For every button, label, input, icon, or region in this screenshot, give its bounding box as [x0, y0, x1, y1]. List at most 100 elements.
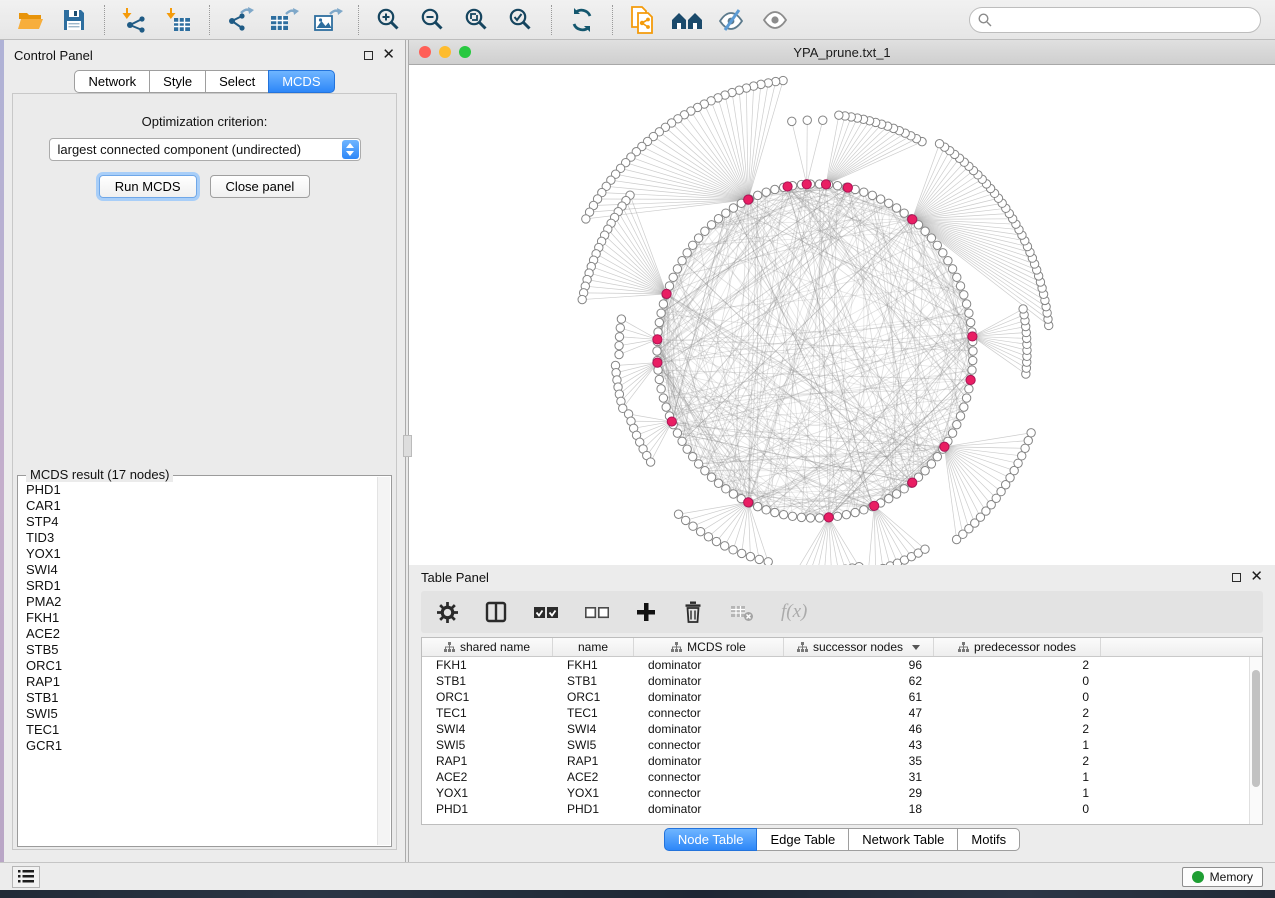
- network-node[interactable]: [927, 234, 935, 242]
- network-node[interactable]: [674, 510, 682, 518]
- duplicate-network-icon[interactable]: [623, 4, 663, 36]
- mcds-result-item[interactable]: SWI5: [26, 706, 377, 722]
- open-session-icon[interactable]: [10, 4, 50, 36]
- export-table-icon[interactable]: [264, 4, 304, 36]
- add-column-icon[interactable]: [636, 602, 656, 622]
- mcds-result-item[interactable]: FKH1: [26, 610, 377, 626]
- zoom-fit-icon[interactable]: [457, 4, 497, 36]
- network-node[interactable]: [953, 273, 961, 281]
- mcds-result-item[interactable]: CAR1: [26, 498, 377, 514]
- network-node[interactable]: [819, 116, 827, 124]
- network-node[interactable]: [659, 300, 667, 308]
- network-node[interactable]: [771, 508, 779, 516]
- network-node[interactable]: [701, 467, 709, 475]
- table-row[interactable]: PHD1PHD1dominator180: [422, 801, 1249, 817]
- network-canvas[interactable]: [409, 65, 1275, 565]
- cell-shared-name[interactable]: ACE2: [422, 770, 553, 784]
- network-node[interactable]: [965, 309, 973, 317]
- cell-name[interactable]: TEC1: [553, 706, 634, 720]
- network-node[interactable]: [1019, 305, 1027, 313]
- network-node[interactable]: [900, 209, 908, 217]
- tab-motifs[interactable]: Motifs: [957, 828, 1020, 851]
- network-node[interactable]: [956, 412, 964, 420]
- close-panel-icon[interactable]: ✕: [382, 50, 395, 60]
- dominator-node[interactable]: [783, 182, 792, 191]
- network-node[interactable]: [659, 394, 667, 402]
- network-node[interactable]: [933, 453, 941, 461]
- network-node[interactable]: [885, 199, 893, 207]
- dominator-node[interactable]: [653, 335, 662, 344]
- network-node[interactable]: [851, 508, 859, 516]
- network-node[interactable]: [933, 241, 941, 249]
- network-node[interactable]: [722, 209, 730, 217]
- network-node[interactable]: [615, 341, 623, 349]
- network-node[interactable]: [729, 490, 737, 498]
- network-node[interactable]: [681, 516, 689, 524]
- cell-shared-name[interactable]: TEC1: [422, 706, 553, 720]
- column-header[interactable]: shared name: [422, 638, 553, 656]
- cell-shared-name[interactable]: ORC1: [422, 690, 553, 704]
- network-node[interactable]: [1021, 444, 1029, 452]
- network-node[interactable]: [806, 514, 814, 522]
- import-table-icon[interactable]: [159, 4, 199, 36]
- table-row[interactable]: FKH1FKH1dominator962: [422, 657, 1249, 673]
- network-node[interactable]: [712, 537, 720, 545]
- cell-predecessor-nodes[interactable]: 0: [934, 674, 1101, 688]
- cell-successor-nodes[interactable]: 46: [784, 722, 934, 736]
- search-input[interactable]: [998, 12, 1252, 27]
- refresh-icon[interactable]: [562, 4, 602, 36]
- tab-network-table[interactable]: Network Table: [848, 828, 958, 851]
- table-row[interactable]: RAP1RAP1dominator352: [422, 753, 1249, 769]
- mcds-result-item[interactable]: STP4: [26, 514, 377, 530]
- save-session-icon[interactable]: [54, 4, 94, 36]
- zoom-in-icon[interactable]: [369, 4, 409, 36]
- dominator-node[interactable]: [870, 501, 879, 510]
- cell-name[interactable]: SWI4: [553, 722, 634, 736]
- cell-mcds-role[interactable]: dominator: [634, 658, 784, 672]
- network-node[interactable]: [722, 485, 730, 493]
- dominator-node[interactable]: [824, 513, 833, 522]
- column-header[interactable]: name: [553, 638, 634, 656]
- network-node[interactable]: [737, 549, 745, 557]
- network-node[interactable]: [753, 502, 761, 510]
- network-node[interactable]: [688, 241, 696, 249]
- network-node[interactable]: [835, 111, 843, 119]
- mcds-result-item[interactable]: TEC1: [26, 722, 377, 738]
- deselect-all-columns-icon[interactable]: [585, 606, 609, 619]
- delete-columns-icon[interactable]: [683, 601, 703, 623]
- network-node[interactable]: [779, 510, 787, 518]
- show-columns-icon[interactable]: [485, 601, 507, 623]
- network-node[interactable]: [616, 324, 624, 332]
- table-scrollbar[interactable]: [1249, 657, 1262, 824]
- network-node[interactable]: [960, 291, 968, 299]
- float-table-panel-icon[interactable]: [1232, 573, 1241, 582]
- network-node[interactable]: [707, 473, 715, 481]
- network-node[interactable]: [688, 453, 696, 461]
- network-node[interactable]: [953, 420, 961, 428]
- network-node[interactable]: [694, 460, 702, 468]
- tab-mcds[interactable]: MCDS: [268, 70, 334, 93]
- network-node[interactable]: [1027, 429, 1035, 437]
- cell-successor-nodes[interactable]: 35: [784, 754, 934, 768]
- cell-shared-name[interactable]: SWI5: [422, 738, 553, 752]
- cell-name[interactable]: SWI5: [553, 738, 634, 752]
- column-header[interactable]: MCDS role: [634, 638, 784, 656]
- table-row[interactable]: SWI4SWI4dominator462: [422, 721, 1249, 737]
- cell-mcds-role[interactable]: dominator: [634, 690, 784, 704]
- network-node[interactable]: [948, 265, 956, 273]
- table-row[interactable]: ACE2ACE2connector311: [422, 769, 1249, 785]
- network-node[interactable]: [900, 485, 908, 493]
- network-node[interactable]: [771, 185, 779, 193]
- network-node[interactable]: [696, 527, 704, 535]
- table-row[interactable]: TEC1TEC1connector472: [422, 705, 1249, 721]
- network-node[interactable]: [704, 533, 712, 541]
- tab-select[interactable]: Select: [205, 70, 269, 93]
- column-header[interactable]: predecessor nodes: [934, 638, 1101, 656]
- tab-network[interactable]: Network: [74, 70, 150, 93]
- tab-node-table[interactable]: Node Table: [664, 828, 758, 851]
- cell-name[interactable]: YOX1: [553, 786, 634, 800]
- network-node[interactable]: [969, 347, 977, 355]
- task-history-button[interactable]: [12, 866, 40, 888]
- mcds-result-list[interactable]: PHD1CAR1STP4TID3YOX1SWI4SRD1PMA2FKH1ACE2…: [19, 479, 377, 845]
- mcds-result-item[interactable]: STB5: [26, 642, 377, 658]
